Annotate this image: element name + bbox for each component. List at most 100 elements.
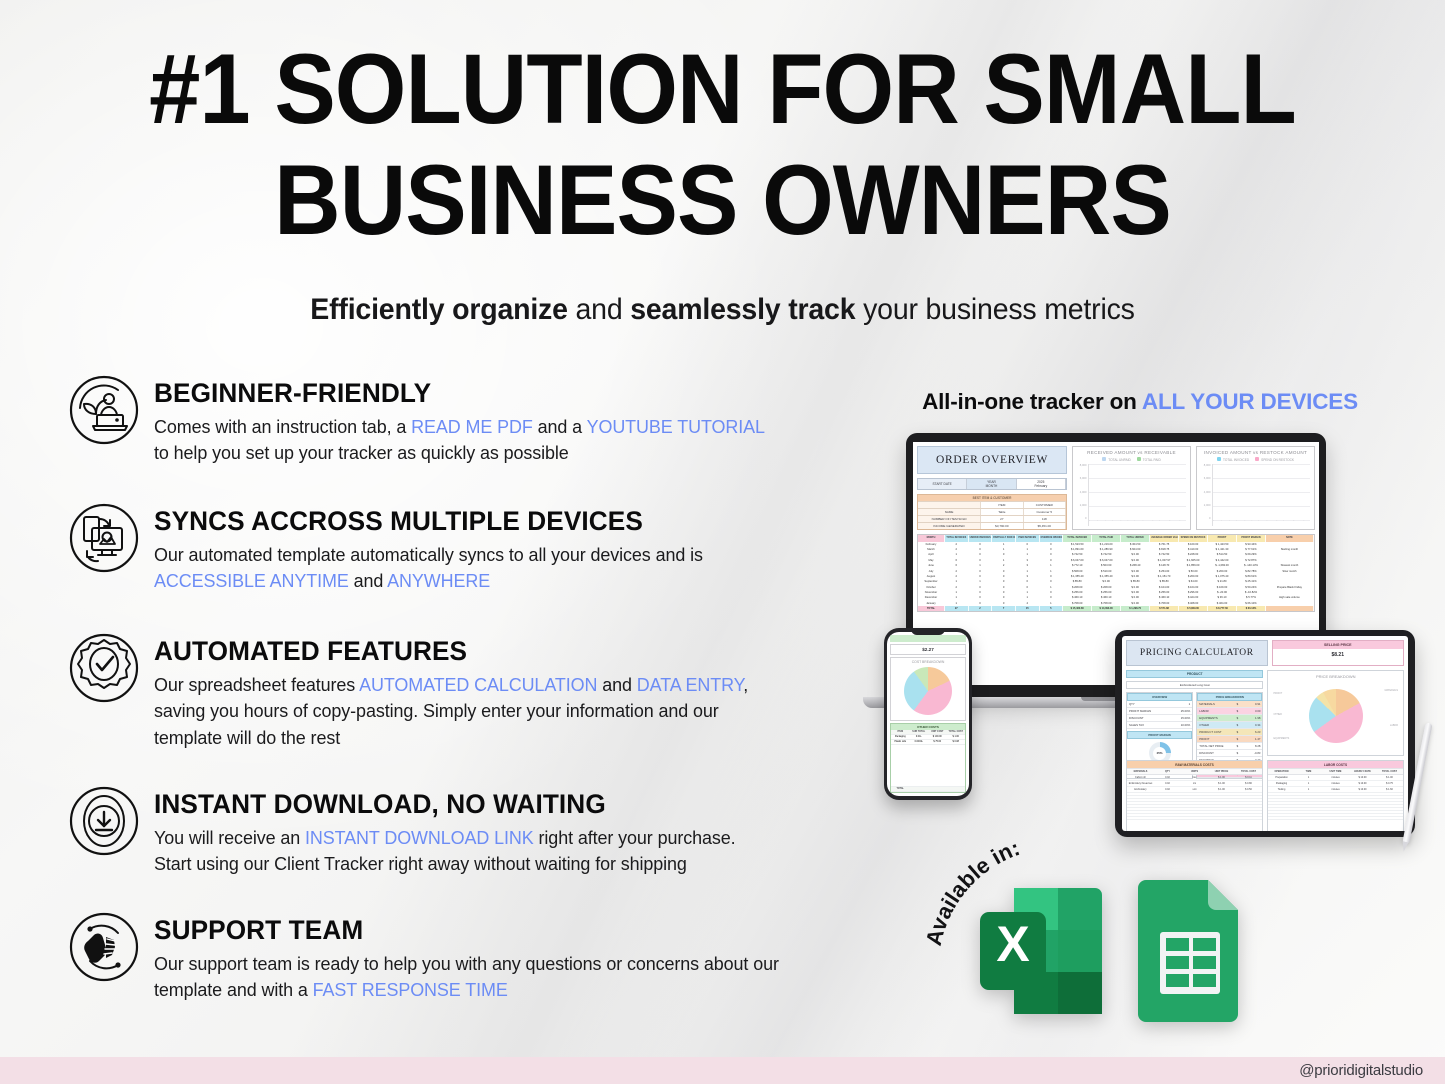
feature-description: Our spreadsheet features AUTOMATED CALCU… (154, 672, 785, 751)
price-breakdown-row: PRODUCT COST $6.23 (1197, 729, 1263, 736)
chart-plot-area: FebruaryMarchAprilMayJuneJulyAugustSepte… (1212, 464, 1310, 526)
selling-price-card: SELLING PRICE $8.21 (1271, 640, 1404, 666)
feature-item-instant-download: INSTANT DOWNLOAD, NO WAITING You will re… (66, 783, 794, 878)
tablet-mockup: PRICING CALCULATOR SELLING PRICE $8.21 P… (1115, 630, 1433, 844)
price-breakdown-row: MATERIALS $0.91 (1197, 701, 1263, 708)
desc-text: and a (532, 416, 587, 437)
subtitle-plain-2: your business metrics (855, 293, 1135, 326)
labor-costs-table: LABOR COSTS OPERATION TIME UNIT TIME HOURLY… (1267, 760, 1404, 831)
table-column-header: UNIT TIME (1329, 770, 1342, 773)
chart-y-axis: 8,000 6,000 4,000 2,000 0 (1079, 464, 1087, 520)
table-column-header: QTY (1165, 770, 1170, 773)
table-column-header: MONTH (918, 535, 945, 542)
desc-text: You will receive an (154, 827, 306, 848)
table-column-header: NOTE (1265, 535, 1314, 542)
devices-heading: All-in-one tracker on ALL YOUR DEVICES (880, 389, 1400, 415)
chart-legend: TOTAL INVOICED SPEND ON RESTOCK (1201, 457, 1310, 462)
subtitle-bold-2: seamlessly track (630, 293, 856, 326)
phone-pie-card: COST BREAKDOWN (890, 657, 966, 721)
price-breakdown-row: PROFIT $1.47 (1197, 736, 1263, 743)
raw-materials-costs-table: RAW MATERIALS COSTS MATERIALS QTY UNITS UNI… (1126, 760, 1263, 831)
available-platform-logos: X (980, 876, 1250, 1026)
feature-description: Our automated template automatically syn… (154, 542, 755, 595)
price-breakdown-pie-card: PRICE BREAKDOWN MATERIALS LABOR EQUIPMEN… (1267, 670, 1404, 756)
poster-canvas: #1 SOLUTION FOR SMALL BUSINESS OWNERS Ef… (0, 0, 1445, 1084)
table-column-header: HOURLY RATE (1354, 770, 1371, 773)
chart-received-vs-receivable: RECEIVED AMOUNT vs RECEIVABLE TOTAL UNPA… (1072, 446, 1191, 530)
price-breakdown-pie (1308, 688, 1363, 743)
page-title: #1 SOLUTION FOR SMALL BUSINESS OWNERS (0, 33, 1445, 256)
feature-description: Our support team is ready to help you wi… (154, 951, 780, 1004)
price-breakdown-row: LABOR $3.00 (1197, 708, 1263, 715)
tablet-screen: PRICING CALCULATOR SELLING PRICE $8.21 P… (1122, 636, 1408, 831)
desc-highlight: AUTOMATED CALCULATION (359, 674, 598, 695)
feature-description: You will receive an INSTANT DOWNLOAD LIN… (154, 825, 775, 878)
table-column-header: PAID INVOICES (1015, 535, 1040, 542)
table-column-header: OVERDUE INVOICES (1039, 535, 1064, 542)
phone-mockup: $2.27 COST BREAKDOWN OTHER COSTS ITEM SUB… (884, 628, 972, 800)
plant-laptop-person-icon (66, 372, 142, 448)
price-breakdown-row: DISCOUNT $ -0.83 (1197, 750, 1263, 757)
desc-text: Our spreadsheet features (154, 674, 360, 695)
table-row: TOTAL 27 2 7 15 5 $ 15,460.80 $ 14,093.00 $ 1,29… (918, 606, 1314, 612)
start-date-row: START DATE YEAR MONTH 2025 February (917, 477, 1067, 490)
pricing-calculator-spreadsheet: PRICING CALCULATOR SELLING PRICE $8.21 P… (1122, 636, 1408, 831)
table-column-header: TIME (1305, 770, 1312, 773)
chart-y-axis: 8,000 6,000 4,000 2,000 0 (1203, 464, 1211, 520)
table-column-header: TOTAL COST (1240, 770, 1256, 773)
devices-heading-plain: All-in-one tracker on (922, 389, 1142, 414)
subtitle: Efficiently organize and seamlessly trac… (36, 293, 1409, 327)
table-column-header: TOTAL UNPAID (1121, 535, 1151, 542)
devices-heading-highlight: ALL YOUR DEVICES (1141, 389, 1358, 414)
table-column-header: UNPAID INVOICES (968, 535, 993, 542)
table-column-header: TOTAL PAID (1092, 535, 1122, 542)
subtitle-bold-1: Efficiently organize (310, 293, 568, 326)
table-column-header: SPEND ON RESTOCK (1179, 535, 1209, 542)
product-select[interactable]: Embroidered Long Coat (1126, 681, 1264, 689)
table-column-header: PROFIT (1208, 535, 1237, 542)
sync-devices-icon (66, 500, 142, 576)
title-line-2: BUSINESS OWNERS (274, 143, 1172, 255)
desc-highlight: ACCESSIBLE ANYTIME (154, 570, 349, 592)
price-breakdown-row: OTHER $0.34 (1197, 722, 1263, 729)
table-column-header: PARTIALLY PAID INVOICES (992, 535, 1016, 542)
desc-text: and (348, 570, 388, 592)
desc-highlight: INSTANT DOWNLOAD LINK (305, 827, 534, 848)
price-breakdown-row: TOTAL NET PRICE $8.28 (1197, 743, 1263, 750)
desc-text: Our automated template automatically syn… (154, 544, 703, 565)
studio-handle: @prioridigitalstudio (1299, 1062, 1423, 1079)
sheet-band (890, 635, 966, 642)
feature-title: INSTANT DOWNLOAD, NO WAITING (154, 789, 606, 819)
table-column-header: AVERAGE ORDER VALUE (1150, 535, 1180, 542)
table-column-header: TOTAL INVOICES (944, 535, 969, 542)
desc-text: Comes with an instruction tab, a (154, 416, 412, 437)
feature-item-automated-features: AUTOMATED FEATURES Our spreadsheet featu… (66, 630, 804, 751)
feature-title: BEGINNER-FRIENDLY (154, 378, 432, 408)
table-header-row: MONTH TOTAL INVOICES UNPAID INVOICES PARTIA… (918, 535, 1314, 542)
table-column-header: MATERIALS (1133, 770, 1148, 773)
table-column-header: TOTAL INVOICED (1063, 535, 1093, 542)
table-column-header: UNIT PRICE (1214, 770, 1229, 773)
download-circle-icon (66, 783, 142, 859)
phone-amount: $2.27 (890, 644, 966, 655)
feature-title: AUTOMATED FEATURES (154, 636, 468, 666)
excel-logo[interactable]: X (980, 876, 1102, 1026)
feature-item-support-team: SUPPORT TEAM Our support team is ready t… (66, 909, 799, 1004)
badge-check-icon (66, 630, 142, 706)
cost-breakdown-mobile-sheet: $2.27 COST BREAKDOWN OTHER COSTS ITEM SUB… (887, 632, 969, 796)
cost-breakdown-pie (904, 667, 952, 715)
google-sheets-logo[interactable] (1132, 876, 1250, 1026)
order-overview-title: ORDER OVERVIEW (917, 446, 1067, 474)
monthly-invoice-table: MONTH TOTAL INVOICES UNPAID INVOICES PARTIA… (917, 534, 1315, 613)
table-column-header: TOTAL COST (1381, 770, 1397, 773)
phone-screen: $2.27 COST BREAKDOWN OTHER COSTS ITEM SUB… (887, 632, 969, 796)
desc-text: to help you set up your tracker as quick… (154, 442, 569, 464)
device-mockup-stage: ORDER OVERVIEW START DATE YEAR MONTH 2025… (836, 425, 1433, 845)
chart-plot-area: FebruaryMarchAprilMayJuneJulyAugustSepte… (1088, 464, 1186, 526)
desc-highlight: DATA ENTRY (636, 674, 744, 695)
table-column-header: UNITS (1190, 770, 1199, 773)
desc-highlight: FAST RESPONSE TIME (312, 979, 508, 1001)
product-label: PRODUCT (1126, 670, 1264, 678)
title-line-1: #1 SOLUTION FOR SMALL (149, 33, 1297, 144)
desc-highlight: READ ME PDF (411, 416, 533, 437)
